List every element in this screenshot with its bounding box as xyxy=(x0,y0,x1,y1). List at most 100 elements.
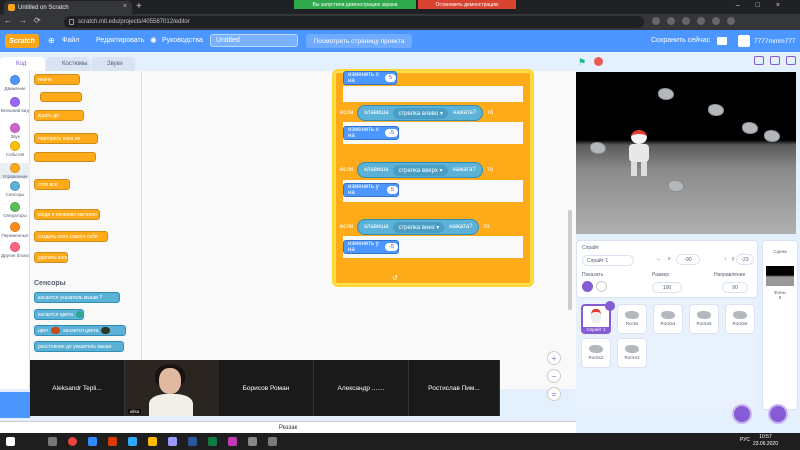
category-sound[interactable]: Звук xyxy=(0,123,30,139)
robot-sprite[interactable] xyxy=(626,130,652,180)
palette-block-delete-clone[interactable]: удалить клон xyxy=(34,252,69,263)
show-eye-icon[interactable] xyxy=(582,281,593,292)
small-stage-icon[interactable] xyxy=(754,56,764,65)
stage-canvas[interactable] xyxy=(576,72,796,234)
taskbar-app-icon[interactable] xyxy=(108,437,117,446)
taskbar-app-icon[interactable] xyxy=(168,437,177,446)
participant-tile[interactable]: Борисов Роман xyxy=(219,360,314,416)
rock-sprite[interactable] xyxy=(658,88,674,100)
taskbar-app-icon[interactable] xyxy=(248,437,257,446)
taskbar-app-icon[interactable] xyxy=(228,437,237,446)
tab-sounds[interactable]: Звуки xyxy=(91,57,135,71)
add-backdrop-button[interactable] xyxy=(768,404,788,424)
taskbar-app-icon[interactable] xyxy=(128,437,137,446)
extension-button[interactable] xyxy=(0,392,30,418)
key-dropdown[interactable]: стрелка вниз ▾ xyxy=(393,221,445,233)
key-pressed-block[interactable]: клавиша стрелка вниз ▾ нажата? xyxy=(357,219,480,235)
window-controls[interactable]: –□× xyxy=(736,2,796,9)
delete-sprite-icon[interactable] xyxy=(605,301,615,311)
y-input[interactable]: -23 xyxy=(736,254,754,265)
value-input[interactable]: 5 xyxy=(386,186,398,194)
palette-block-create-clone[interactable]: создать клон самого себя xyxy=(34,231,108,242)
block-if-key-down[interactable]: если клавиша стрелка вниз ▾ нажата? то xyxy=(340,216,489,238)
zoom-reset-button[interactable]: = xyxy=(547,387,561,401)
project-title-input[interactable]: Untitled xyxy=(210,34,298,47)
category-my-blocks[interactable]: Другие блоки xyxy=(0,242,30,258)
key-pressed-block[interactable]: клавиша стрелка вверх ▾ нажата? xyxy=(357,162,483,178)
taskbar-app-icon[interactable] xyxy=(88,437,97,446)
globe-icon[interactable]: ⊕ xyxy=(48,36,55,45)
block-if-key-up[interactable]: если клавиша стрелка вверх ▾ нажата? то xyxy=(340,159,493,181)
hide-eye-icon[interactable] xyxy=(596,281,607,292)
nav-buttons[interactable]: ←→⟳ xyxy=(4,16,48,25)
chrome-icon[interactable] xyxy=(68,437,77,446)
palette-block-repeat-until[interactable]: повторять пока не xyxy=(34,133,98,144)
block-change-y[interactable]: изменить y на -5 xyxy=(343,240,399,254)
x-input[interactable]: -90 xyxy=(676,254,700,265)
my-stuff-folder-icon[interactable] xyxy=(717,37,727,45)
start-icon[interactable] xyxy=(6,437,15,446)
close-tab-icon[interactable]: × xyxy=(123,3,127,10)
tab-costumes[interactable]: Костюмы xyxy=(46,57,90,71)
participant-tile[interactable]: Aleksandr Tepli... xyxy=(30,360,125,416)
key-dropdown[interactable]: стрелка влево ▾ xyxy=(393,107,448,119)
stage-panel[interactable]: Сцена Фоны 5 xyxy=(762,240,798,410)
tab-code[interactable]: Код xyxy=(0,57,45,71)
category-events[interactable]: События xyxy=(0,141,30,157)
file-menu[interactable]: Файл xyxy=(62,37,79,44)
scratch-logo[interactable]: Scratch xyxy=(5,34,39,48)
direction-input[interactable]: 90 xyxy=(722,282,748,293)
stop-icon[interactable] xyxy=(594,57,603,66)
value-input[interactable]: -5 xyxy=(385,243,398,251)
url-field[interactable]: scratch.mit.edu/projects/405587012/edito… xyxy=(64,16,644,28)
rock-sprite[interactable] xyxy=(668,180,684,192)
see-project-page-button[interactable]: Посмотреть страницу проекта xyxy=(306,34,412,48)
language-indicator[interactable]: РУС xyxy=(740,437,750,443)
taskbar-app-icon[interactable] xyxy=(188,437,197,446)
key-dropdown[interactable]: стрелка вверх ▾ xyxy=(393,164,448,176)
category-looks[interactable]: Внешний вид xyxy=(0,97,30,113)
sprite-thumb[interactable]: Rocks2 xyxy=(581,338,611,368)
category-motion[interactable]: Движение xyxy=(0,75,30,91)
rock-sprite[interactable] xyxy=(708,104,724,116)
add-sprite-button[interactable] xyxy=(732,404,752,424)
tutorials-menu[interactable]: Руководства xyxy=(162,37,203,44)
sprite-name-input[interactable]: Спрайт 1 xyxy=(582,255,634,266)
size-input[interactable]: 100 xyxy=(652,282,682,293)
value-input[interactable]: 5 xyxy=(384,74,396,82)
user-menu[interactable]: 7777mmm777 xyxy=(738,34,798,48)
save-now-button[interactable]: Сохранить сейчас xyxy=(651,37,710,44)
extension-icons[interactable] xyxy=(652,17,797,28)
sprite-thumb[interactable]: Rocks5 xyxy=(689,304,719,334)
value-input[interactable]: -5 xyxy=(385,129,398,137)
palette-block-touching[interactable]: касается указатель мыши ? xyxy=(34,292,120,303)
category-variables[interactable]: Переменные xyxy=(0,222,30,238)
key-pressed-block[interactable]: клавиша стрелка влево ▾ нажата? xyxy=(357,105,484,121)
sprite-thumb[interactable]: Rocks xyxy=(617,304,647,334)
workspace-scrollbar[interactable] xyxy=(568,210,572,310)
palette-block-distance[interactable]: расстояние до указатель мыши xyxy=(34,341,124,352)
rock-sprite[interactable] xyxy=(590,142,606,154)
sprite-thumb[interactable]: Rocks6 xyxy=(725,304,755,334)
palette-block-else[interactable]: иначе xyxy=(34,74,80,85)
category-sensing[interactable]: Сенсоры xyxy=(0,181,30,197)
participant-tile[interactable]: Александр ....... xyxy=(314,360,409,416)
palette-block-when-clone[interactable]: когда я начинаю как клон xyxy=(34,209,100,220)
block-change-y[interactable]: изменить y на 5 xyxy=(343,183,399,197)
participant-video[interactable]: alisa xyxy=(125,360,219,416)
block-change-x[interactable]: изменить х на -5 xyxy=(343,126,399,140)
stop-share-button[interactable]: Остановить демонстрацию xyxy=(418,0,516,9)
palette-block-stop[interactable]: стоп все xyxy=(34,179,70,190)
category-control[interactable]: Управление xyxy=(0,163,30,179)
zoom-in-button[interactable]: + xyxy=(547,351,561,365)
rock-sprite[interactable] xyxy=(742,122,758,134)
participant-tile[interactable]: Ростислав Пим... xyxy=(409,360,500,416)
sprite-thumb[interactable]: Rocks4 xyxy=(653,304,683,334)
system-clock[interactable]: 10:57 23.06.2020 xyxy=(753,434,778,448)
new-tab-icon[interactable]: + xyxy=(136,1,142,12)
edit-menu[interactable]: Редактировать xyxy=(96,37,144,44)
rock-sprite[interactable] xyxy=(764,130,780,142)
palette-block-touching-color[interactable]: касается цвета xyxy=(34,309,84,320)
green-flag-icon[interactable]: ⚑ xyxy=(578,57,588,67)
fullscreen-icon[interactable] xyxy=(786,56,796,65)
